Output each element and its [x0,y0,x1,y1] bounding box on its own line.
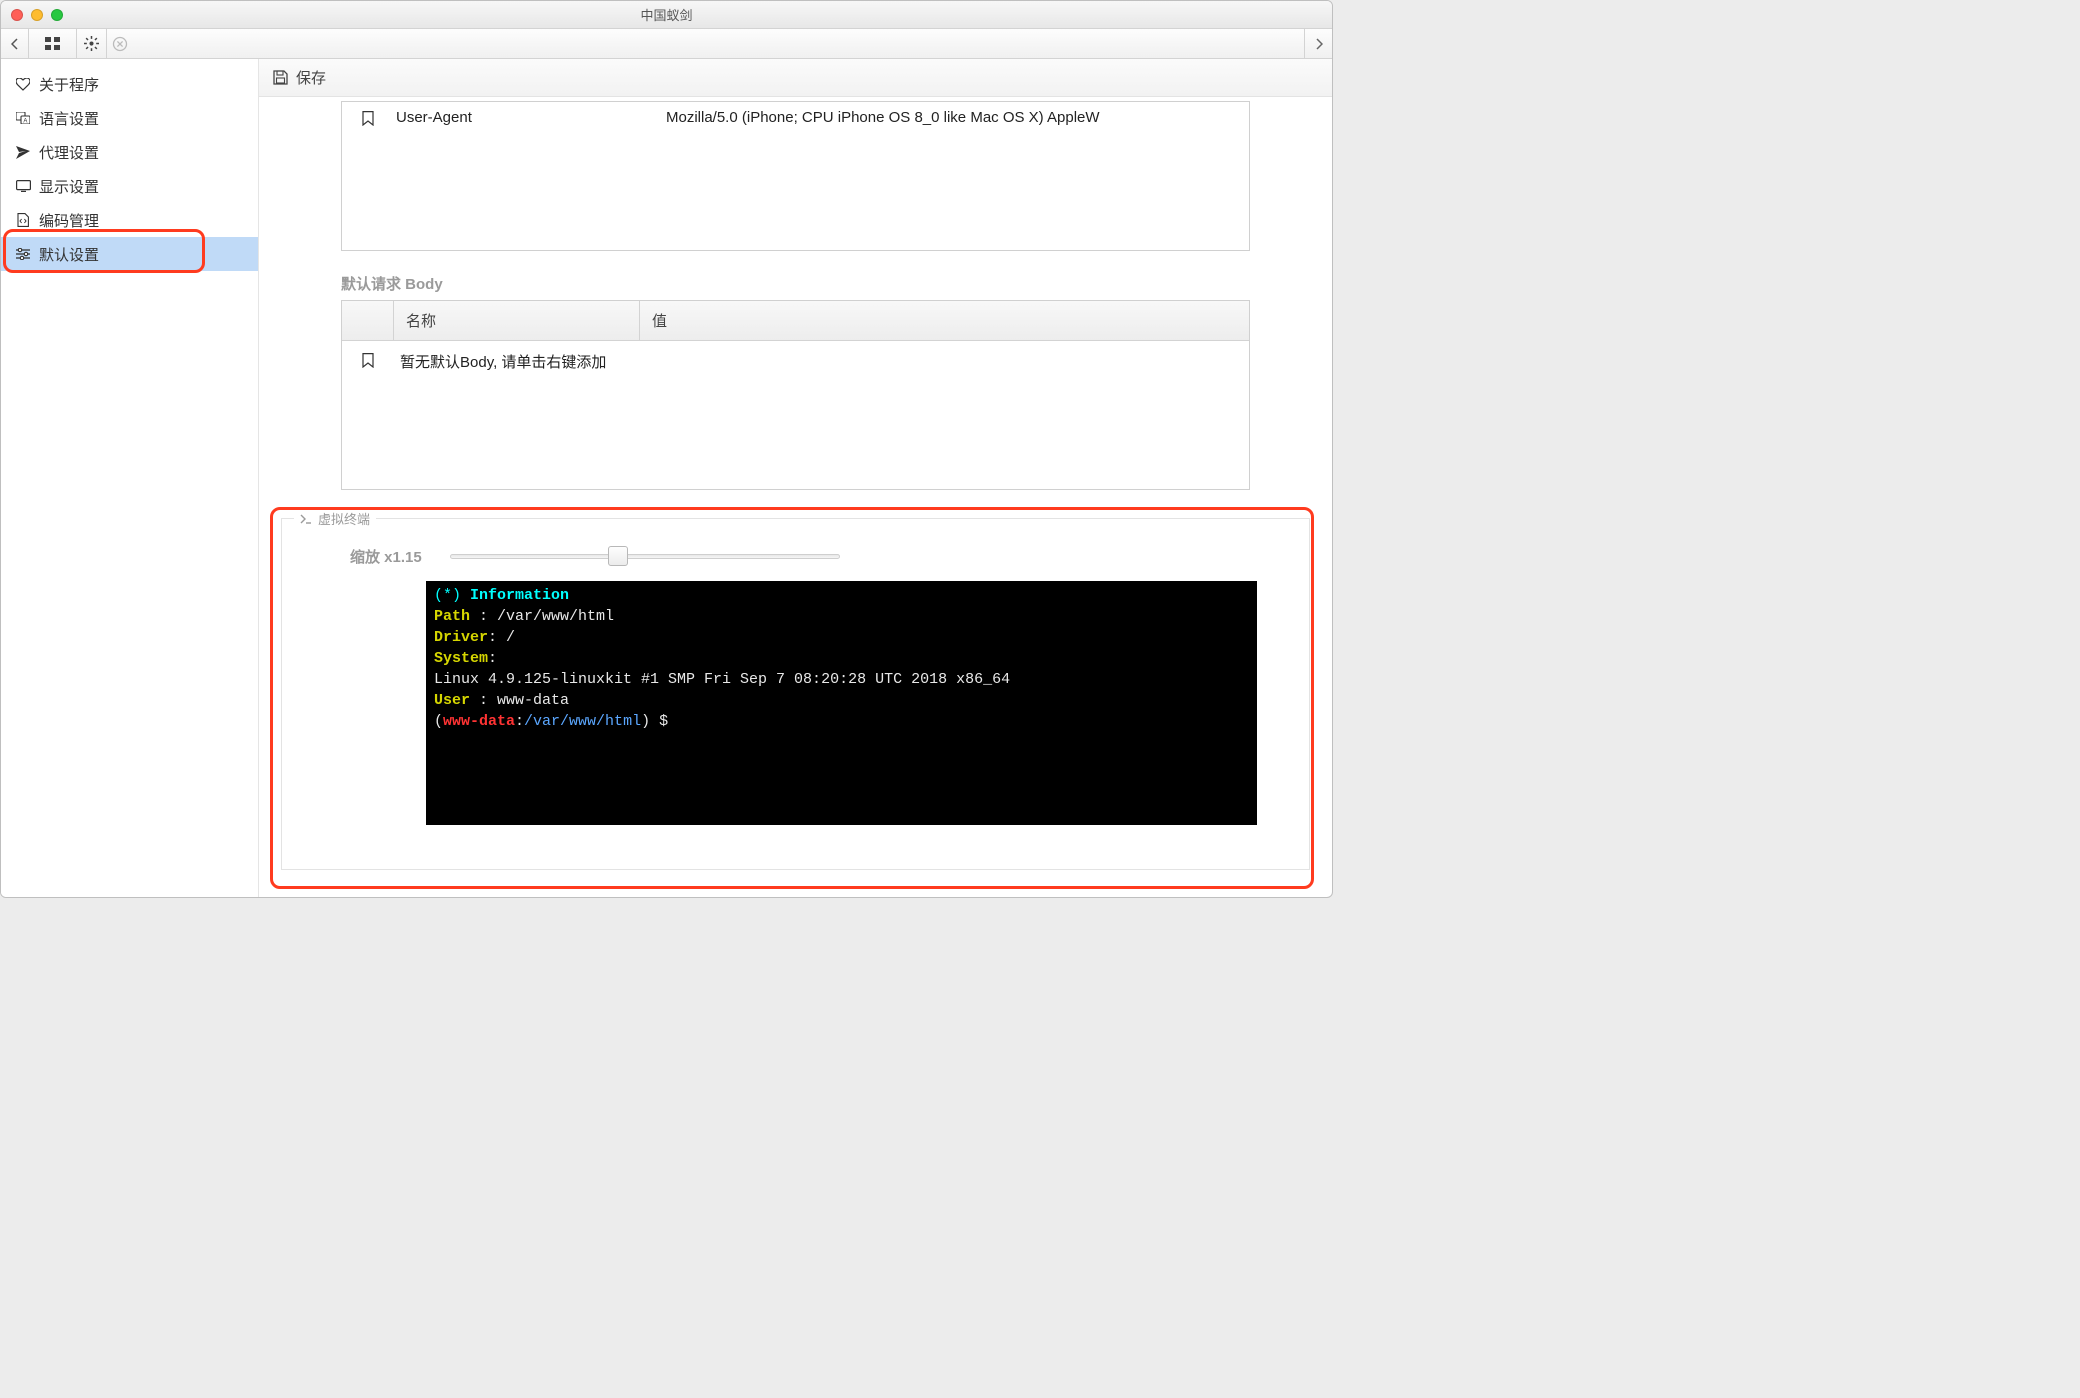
term-star: (*) [434,587,470,604]
settings-button[interactable] [77,29,107,58]
zoom-label: 缩放 x1.15 [350,546,422,567]
sidebar-item-encoding[interactable]: 编码管理 [1,203,258,237]
term-sep: : [479,608,497,625]
monitor-icon [15,180,31,192]
zoom-row: 缩放 x1.15 [350,545,1283,567]
term-driver-label: Driver [434,629,488,646]
term-sep: : [488,650,497,667]
body-section-title: 默认请求 Body [341,273,1332,294]
sidebar-item-default-settings[interactable]: 默认设置 [1,237,258,271]
heart-icon [15,78,31,91]
sidebar-item-label: 代理设置 [39,142,99,163]
sliders-icon [15,248,31,260]
header-value-cell: Mozilla/5.0 (iPhone; CPU iPhone OS 8_0 l… [666,109,1231,126]
sidebar-item-proxy[interactable]: 代理设置 [1,135,258,169]
header-name-cell: User-Agent [396,109,646,126]
term-driver-value: / [506,629,515,646]
headers-table[interactable]: User-Agent Mozilla/5.0 (iPhone; CPU iPho… [341,101,1250,251]
sidebar-item-about[interactable]: 关于程序 [1,67,258,101]
sidebar-item-label: 显示设置 [39,176,99,197]
file-code-icon [15,213,31,227]
bookmark-icon [360,109,376,126]
app-window: 中国蚁剑 关于程序 A [0,0,1333,898]
terminal-fieldset: 虚拟终端 缩放 x1.15 (*) Information Path : /va… [281,518,1310,870]
term-colon: : [515,713,524,730]
terminal-output[interactable]: (*) Information Path : /var/www/html Dri… [426,581,1257,825]
term-paren-close: ) $ [641,713,668,730]
sidebar-item-label: 编码管理 [39,210,99,231]
term-system-value: Linux 4.9.125-linuxkit #1 SMP Fri Sep 7 … [434,671,1010,688]
sidebar: 关于程序 A 语言设置 代理设置 显示设置 [1,59,259,897]
bookmark-icon [360,351,376,372]
nav-forward-button[interactable] [1304,29,1332,58]
term-sep: : [488,629,506,646]
table-col-name: 名称 [394,301,640,340]
term-info: Information [470,587,569,604]
table-col-icon [342,301,394,340]
terminal-legend-text: 虚拟终端 [318,509,370,528]
save-icon [273,70,288,85]
table-header: 名称 值 [342,301,1249,341]
sidebar-item-display[interactable]: 显示设置 [1,169,258,203]
term-path-label: Path [434,608,479,625]
terminal-legend: 虚拟终端 [294,509,376,528]
window-title: 中国蚁剑 [1,5,1332,24]
save-button[interactable]: 保存 [296,67,326,88]
body-table[interactable]: 名称 值 暂无默认Body, 请单击右键添加 [341,300,1250,490]
table-col-value: 值 [640,301,1249,340]
term-prompt-user: www-data [443,713,515,730]
term-paren-open: ( [434,713,443,730]
term-prompt-path: /var/www/html [524,713,641,730]
term-system-label: System [434,650,488,667]
toolbar [1,29,1332,59]
close-tab-button[interactable] [107,29,133,58]
empty-body-text: 暂无默认Body, 请单击右键添加 [394,351,1249,372]
svg-text:A: A [23,118,27,124]
save-bar: 保存 [259,59,1332,97]
main-panel: 保存 User-Agent Mozilla/5.0 (iPhone; CPU i… [259,59,1332,897]
slider-thumb[interactable] [608,546,628,566]
table-row[interactable]: User-Agent Mozilla/5.0 (iPhone; CPU iPho… [342,102,1249,126]
sidebar-item-label: 语言设置 [39,108,99,129]
slider-track [450,554,840,559]
grid-view-button[interactable] [29,29,77,58]
sidebar-item-label: 默认设置 [39,244,99,265]
sidebar-item-language[interactable]: A 语言设置 [1,101,258,135]
term-user-label: User [434,692,479,709]
term-path-value: /var/www/html [497,608,614,625]
zoom-slider[interactable] [450,545,840,567]
table-row[interactable]: 暂无默认Body, 请单击右键添加 [342,341,1249,372]
term-user-value: www-data [497,692,569,709]
language-icon: A [15,112,31,124]
term-sep: : [479,692,497,709]
sidebar-item-label: 关于程序 [39,74,99,95]
titlebar: 中国蚁剑 [1,1,1332,29]
nav-back-button[interactable] [1,29,29,58]
send-icon [15,146,31,159]
terminal-prompt-icon [300,514,312,524]
